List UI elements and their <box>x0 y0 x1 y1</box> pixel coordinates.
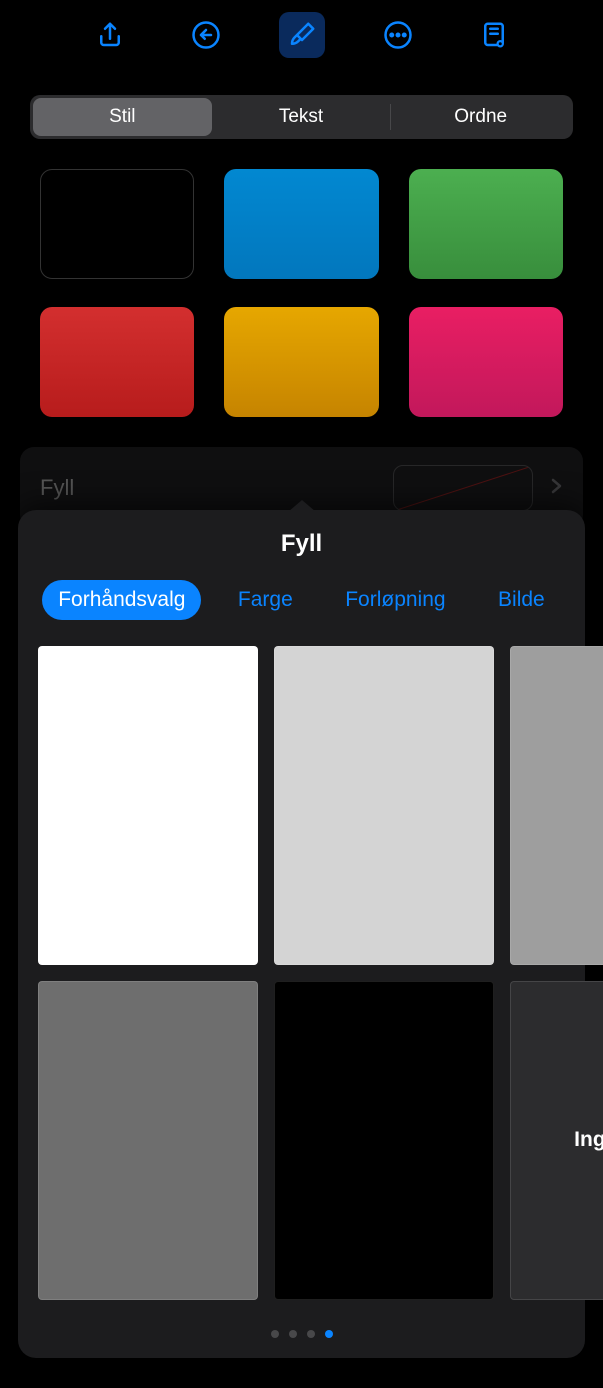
segment-arrange[interactable]: Ordne <box>391 98 570 136</box>
tab-preset[interactable]: Forhåndsvalg <box>42 580 201 620</box>
color-swatch-pink[interactable] <box>409 307 563 417</box>
color-swatch-red[interactable] <box>40 307 194 417</box>
segment-text[interactable]: Tekst <box>212 98 391 136</box>
segment-label: Stil <box>109 106 135 128</box>
more-icon[interactable] <box>375 12 421 58</box>
tab-label: Bilde <box>498 588 545 611</box>
page-dot <box>271 1330 279 1338</box>
popup-title: Fyll <box>18 530 585 558</box>
preset-black[interactable] <box>274 981 494 1300</box>
color-swatch-black[interactable] <box>40 169 194 279</box>
page-indicator[interactable] <box>18 1330 585 1338</box>
fill-popup: Fyll Forhåndsvalg Farge Forløpning Bilde… <box>18 510 585 1358</box>
page-dot <box>289 1330 297 1338</box>
tab-gradient[interactable]: Forløpning <box>329 580 461 620</box>
format-brush-icon[interactable] <box>279 12 325 58</box>
reading-mode-icon[interactable] <box>471 12 517 58</box>
fill-row-label: Fyll <box>40 475 74 501</box>
preset-none[interactable]: Ingen fyll <box>510 981 603 1300</box>
segment-label: Tekst <box>279 106 323 128</box>
tab-label: Forløpning <box>345 588 445 611</box>
segment-label: Ordne <box>454 106 507 128</box>
preset-dark-gray[interactable] <box>38 981 258 1300</box>
chevron-right-icon <box>549 476 563 501</box>
toolbar <box>0 0 603 70</box>
style-color-grid <box>0 159 603 447</box>
color-swatch-green[interactable] <box>409 169 563 279</box>
tab-label: Forhåndsvalg <box>58 588 185 611</box>
preset-gray[interactable] <box>510 646 603 965</box>
tab-color[interactable]: Farge <box>222 580 309 620</box>
undo-icon[interactable] <box>183 12 229 58</box>
fill-preview-none <box>393 465 533 511</box>
preset-white[interactable] <box>38 646 258 965</box>
format-segments: Stil Tekst Ordne <box>30 95 573 139</box>
preset-none-label: Ingen fyll <box>574 1128 603 1152</box>
share-icon[interactable] <box>87 12 133 58</box>
preset-light-gray[interactable] <box>274 646 494 965</box>
page-dot-active <box>325 1330 333 1338</box>
tab-image[interactable]: Bilde <box>482 580 561 620</box>
color-swatch-blue[interactable] <box>224 169 378 279</box>
popup-tabs: Forhåndsvalg Farge Forløpning Bilde <box>18 580 585 620</box>
tab-label: Farge <box>238 588 293 611</box>
segment-style[interactable]: Stil <box>33 98 212 136</box>
page-dot <box>307 1330 315 1338</box>
preset-grid: Ingen fyll <box>18 646 585 1300</box>
color-swatch-orange[interactable] <box>224 307 378 417</box>
